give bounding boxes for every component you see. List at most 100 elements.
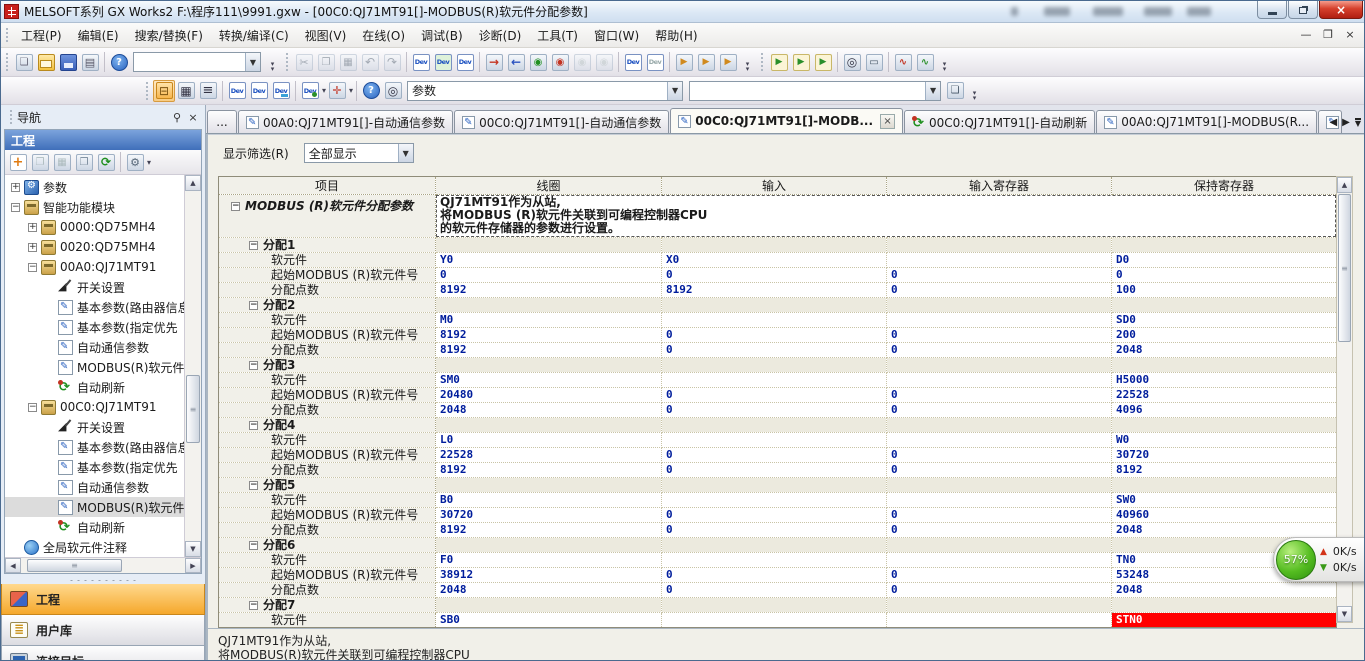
value-cell[interactable]: 0: [1112, 268, 1337, 283]
toolbar-overflow-icon[interactable]: [969, 81, 980, 101]
nt-info-button[interactable]: [73, 151, 95, 173]
value-cell[interactable]: SB0: [436, 613, 662, 628]
value-cell[interactable]: [887, 373, 1112, 388]
tree-item-基本参数(指定优先[interactable]: 基本参数(指定优先: [5, 457, 184, 477]
document-tab[interactable]: 00C0:QJ71MT91[]-自动通信参数: [454, 110, 669, 133]
document-tab[interactable]: 00C0:QJ71MT91[]-自动刷新: [904, 110, 1095, 133]
tree-item-00A0:QJ71MT91[interactable]: −00A0:QJ71MT91: [5, 257, 184, 277]
value-cell[interactable]: F0: [436, 553, 662, 568]
value-cell[interactable]: 0: [662, 403, 887, 418]
tree-item-自动通信参数[interactable]: 自动通信参数: [5, 477, 184, 497]
toolbar-overflow-icon[interactable]: [742, 52, 753, 72]
mdi-restore-button[interactable]: ❐: [1320, 27, 1336, 42]
toolbar-combo[interactable]: ▼: [133, 52, 261, 72]
toolbar-combo[interactable]: 参数▼: [407, 81, 683, 101]
value-cell[interactable]: 40960: [1112, 508, 1337, 523]
value-cell[interactable]: 30720: [1112, 448, 1337, 463]
nt-refresh-button[interactable]: [95, 151, 117, 173]
value-cell[interactable]: 0: [887, 583, 1112, 598]
value-cell[interactable]: 0: [662, 523, 887, 538]
tab-close-icon[interactable]: ×: [880, 114, 895, 129]
menu-item-窗口[interactable]: 窗口(W): [586, 23, 647, 48]
menu-item-转换/编译[interactable]: 转换/编译(C): [211, 23, 297, 48]
document-tab[interactable]: 00C0:QJ71MT91[]-MODB...×: [670, 108, 903, 133]
value-cell[interactable]: 0: [662, 568, 887, 583]
dev-on-button[interactable]: [622, 51, 644, 73]
dev-comment-button[interactable]: [226, 80, 248, 102]
scroll-thumb[interactable]: ≡: [27, 559, 122, 572]
value-cell[interactable]: 100: [1112, 283, 1337, 298]
toolbar-combo[interactable]: ▼: [689, 81, 941, 101]
dev-verify-button[interactable]: [454, 51, 476, 73]
nt-paste-button[interactable]: [51, 151, 73, 173]
module-config-button[interactable]: [175, 80, 197, 102]
task-list-button[interactable]: [197, 80, 219, 102]
value-cell[interactable]: 4096: [1112, 403, 1337, 418]
tree-item-00C0:QJ71MT91[interactable]: −00C0:QJ71MT91: [5, 397, 184, 417]
menu-item-工具[interactable]: 工具(T): [529, 23, 586, 48]
tree-item-全局软元件注释[interactable]: 全局软元件注释: [5, 537, 184, 557]
value-cell[interactable]: 8192: [436, 328, 662, 343]
value-cell[interactable]: [662, 553, 887, 568]
save-button[interactable]: [57, 51, 79, 73]
tree-item-MODBUS(R)软元件[interactable]: MODBUS(R)软元件: [5, 497, 184, 517]
value-cell[interactable]: 8192: [1112, 463, 1337, 478]
value-cell[interactable]: 0: [662, 388, 887, 403]
document-tab[interactable]: ...: [207, 110, 237, 133]
value-cell[interactable]: [887, 553, 1112, 568]
copy-button[interactable]: [315, 51, 337, 73]
tree-item-自动刷新[interactable]: 自动刷新: [5, 517, 184, 537]
wave-trace-button[interactable]: [914, 51, 936, 73]
value-cell[interactable]: 0: [887, 268, 1112, 283]
value-cell[interactable]: 0: [662, 343, 887, 358]
value-cell[interactable]: SM0: [436, 373, 662, 388]
document-tab[interactable]: 00A0:QJ71MT91[]-自动通信参数: [238, 110, 453, 133]
scroll-thumb[interactable]: ≡: [186, 375, 200, 443]
value-cell[interactable]: 8192: [662, 283, 887, 298]
menu-item-在线[interactable]: 在线(O): [354, 23, 413, 48]
value-cell[interactable]: [662, 613, 887, 628]
tree-scrollbar-vertical[interactable]: ▲ ≡ ▼: [184, 175, 201, 557]
flash-1-button[interactable]: [673, 51, 695, 73]
dev-ccl-button[interactable]: [270, 80, 292, 102]
value-cell[interactable]: 20480: [436, 388, 662, 403]
scroll-up-icon[interactable]: ▲: [1337, 177, 1352, 193]
cross-ref-button[interactable]: [326, 80, 348, 102]
toolbar-grip[interactable]: [145, 81, 149, 100]
collapse-icon[interactable]: −: [249, 421, 258, 430]
menu-item-诊断[interactable]: 诊断(D): [471, 23, 530, 48]
value-cell[interactable]: D0: [1112, 253, 1337, 268]
value-cell[interactable]: 200: [1112, 328, 1337, 343]
read-plc-button[interactable]: [505, 51, 527, 73]
collapse-icon[interactable]: −: [231, 202, 240, 211]
value-cell[interactable]: 2048: [1112, 343, 1337, 358]
value-cell[interactable]: [887, 613, 1112, 628]
undo-button[interactable]: [359, 51, 381, 73]
value-cell[interactable]: 0: [887, 328, 1112, 343]
collapse-icon[interactable]: −: [28, 263, 37, 272]
sampling-trace-button[interactable]: [892, 51, 914, 73]
expand-icon[interactable]: +: [28, 243, 37, 252]
value-cell[interactable]: 8192: [436, 463, 662, 478]
next-tab-icon[interactable]: ▶: [1342, 117, 1350, 128]
start-monitor-win-button[interactable]: [863, 51, 885, 73]
toolbar-grip[interactable]: [5, 27, 9, 44]
value-cell[interactable]: L0: [436, 433, 662, 448]
value-cell[interactable]: Y0: [436, 253, 662, 268]
value-cell[interactable]: 8192: [436, 523, 662, 538]
menu-item-编辑[interactable]: 编辑(E): [70, 23, 127, 48]
menu-item-工程[interactable]: 工程(P): [13, 23, 70, 48]
flash-3-button[interactable]: [717, 51, 739, 73]
keyword-zoom-button[interactable]: [944, 80, 966, 102]
value-cell[interactable]: 2048: [1112, 523, 1337, 538]
tree-item-MODBUS(R)软元件[interactable]: MODBUS(R)软元件: [5, 357, 184, 377]
tree-item-参数[interactable]: +参数: [5, 177, 184, 197]
minimize-button[interactable]: [1257, 1, 1287, 19]
document-tab[interactable]: 00A0:QJ71MT91[]-MODBUS(R...: [1096, 110, 1317, 133]
display-filter-select[interactable]: 全部显示 ▼: [304, 143, 414, 163]
value-cell[interactable]: 0: [662, 583, 887, 598]
value-cell[interactable]: 0: [662, 448, 887, 463]
zoom-src-button[interactable]: [841, 51, 863, 73]
paste-button[interactable]: [337, 51, 359, 73]
value-cell[interactable]: 0: [887, 508, 1112, 523]
